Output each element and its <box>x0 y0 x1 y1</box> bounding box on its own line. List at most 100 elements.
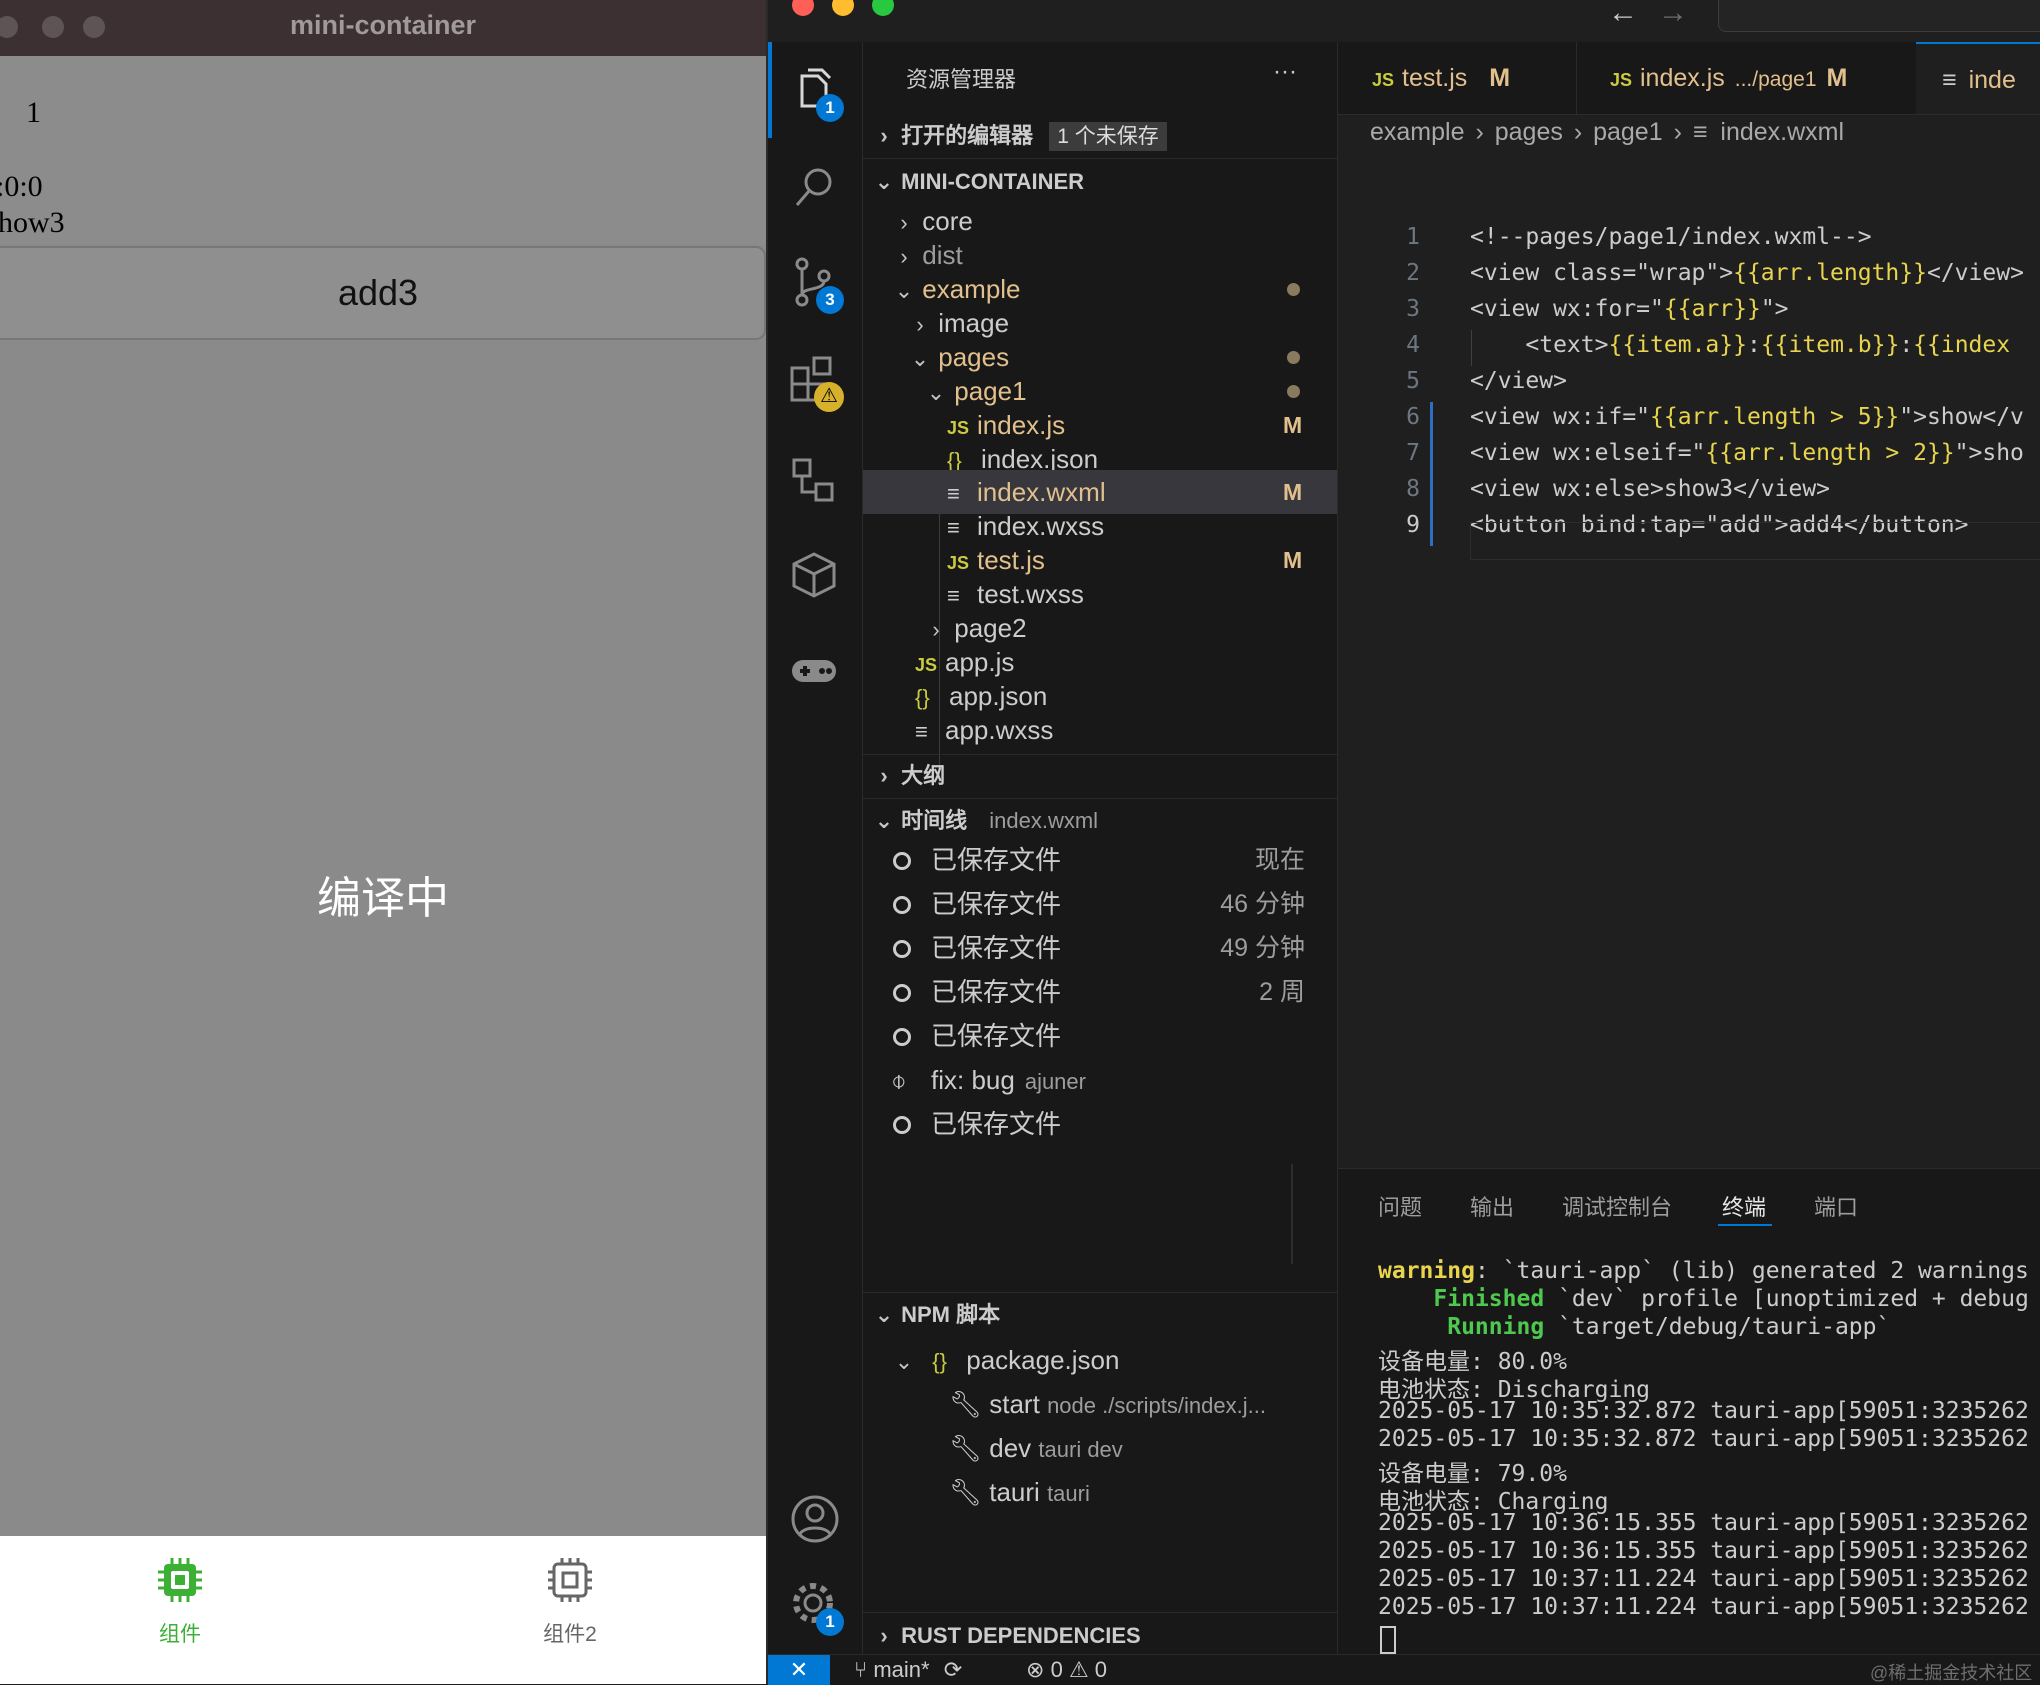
tree-item-label: image <box>938 308 1010 338</box>
tree-item-app-wxss[interactable]: ≡ app.wxss <box>863 708 1337 752</box>
remote-indicator-icon[interactable]: ✕ <box>768 1655 830 1685</box>
project-root-section[interactable]: ⌄ MINI-CONTAINER <box>863 160 1337 204</box>
panel-tab-debug-console[interactable]: 调试控制台 <box>1562 1190 1672 1222</box>
panel-tab-terminal[interactable]: 终端 <box>1722 1190 1766 1222</box>
breadcrumb-file[interactable]: index.wxml <box>1720 118 1844 146</box>
chevron-down-icon: ⌄ <box>874 1302 894 1327</box>
open-editors-section[interactable]: › 打开的编辑器 1 个未保存 <box>863 114 1337 158</box>
error-count: 0 <box>1050 1657 1063 1682</box>
unsaved-badge: 1 个未保存 <box>1049 122 1167 151</box>
tab-components[interactable]: 组件 <box>120 1556 240 1666</box>
npm-scripts-section[interactable]: ⌄ NPM 脚本 <box>863 1293 1337 1337</box>
terminal-line: 2025-05-17 10:35:32.872 tauri-app[59051:… <box>1378 1426 2029 1452</box>
terminal-line: 2025-05-17 10:37:11.224 tauri-app[59051:… <box>1378 1566 2029 1592</box>
code-token: <view wx:elseif=" <box>1470 440 1706 466</box>
rust-dependencies-section[interactable]: › RUST DEPENDENCIES <box>863 1614 1337 1658</box>
code-token: {{item.a}} <box>1608 332 1747 358</box>
npm-script-start[interactable]: 🔧︎ start node ./scripts/index.j... <box>863 1382 1337 1426</box>
npm-script-dev[interactable]: 🔧︎ dev tauri dev <box>863 1426 1337 1470</box>
search-icon[interactable] <box>788 162 842 216</box>
gamepad-icon[interactable] <box>788 644 842 698</box>
account-icon[interactable] <box>788 1492 842 1546</box>
back-arrow-icon[interactable]: ← <box>1608 0 1638 30</box>
timeline-item[interactable]: 已保存文件 <box>863 1102 1337 1146</box>
tab-index-js[interactable]: JS index.js .../page1 M <box>1576 42 1917 114</box>
close-window-button[interactable] <box>792 0 814 16</box>
forward-arrow-icon[interactable]: → <box>1658 0 1688 30</box>
zoom-window-button[interactable] <box>872 0 894 16</box>
timeline-label: 时间线 <box>901 808 968 833</box>
more-actions-icon[interactable]: ··· <box>1273 58 1297 86</box>
divider <box>863 1612 1337 1613</box>
extensions-icon[interactable]: ⚠ <box>788 354 844 412</box>
npm-script-tauri[interactable]: 🔧︎ tauri tauri <box>863 1470 1337 1514</box>
command-center-search[interactable] <box>1718 0 2040 32</box>
tab-index-wxml[interactable]: ≡ inde <box>1916 42 2040 114</box>
remote-explorer-icon[interactable] <box>788 454 842 508</box>
timeline-item[interactable]: 已保存文件 49 分钟 <box>863 926 1337 970</box>
current-line-highlight <box>1470 522 2040 560</box>
package-json-item[interactable]: ⌄ {} package.json <box>863 1338 1337 1382</box>
modified-dot <box>1287 283 1300 296</box>
line-number: 4 <box>1406 332 1420 358</box>
timeline-item-label: 已保存文件 <box>931 933 1062 963</box>
code-token: </view> <box>1470 368 1567 394</box>
settings-badge: 1 <box>816 1608 844 1636</box>
tab-components2[interactable]: 组件2 <box>510 1556 630 1666</box>
panel-tab-ports[interactable]: 端口 <box>1814 1190 1858 1222</box>
breadcrumb-example[interactable]: example <box>1370 118 1465 146</box>
add-button[interactable]: add3 <box>0 246 766 340</box>
terminal-keyword: Running <box>1378 1314 1545 1340</box>
item-text: :0:0 <box>0 170 43 203</box>
scrollbar[interactable] <box>1291 1164 1293 1264</box>
timeline-item[interactable]: 已保存文件 2 周 <box>863 970 1337 1014</box>
breadcrumb-pages[interactable]: pages <box>1495 118 1563 146</box>
script-name: dev <box>989 1433 1032 1463</box>
sync-icon: ⟳ <box>943 1657 963 1682</box>
timeline-item-label: fix: bug <box>931 1065 1015 1095</box>
circle-icon <box>893 896 911 914</box>
package-icon[interactable] <box>788 548 842 602</box>
activity-bar: 1 3 ⚠ 1 <box>768 42 863 1654</box>
source-control-icon[interactable]: 3 <box>788 256 844 314</box>
code-token: : <box>1899 332 1914 358</box>
line-number: 7 <box>1406 440 1420 466</box>
rust-dependencies-label: RUST DEPENDENCIES <box>901 1623 1141 1648</box>
tree-item-label: page1 <box>954 376 1027 406</box>
editor-tab-bar: JS test.js M JS index.js .../page1 M ≡ inde <box>1338 42 2040 115</box>
terminal-text: 2025-05-17 10:36:15.355 tauri-app[59051:… <box>1378 1538 2029 1564</box>
timeline-item[interactable]: 已保存文件 46 分钟 <box>863 882 1337 926</box>
timeline-commit-item[interactable]: ⌽ fix: bug ajuner <box>863 1058 1337 1102</box>
timeline-item[interactable]: 已保存文件 <box>863 1014 1337 1058</box>
terminal-line: 2025-05-17 10:35:32.872 tauri-app[59051:… <box>1378 1398 2029 1424</box>
timeline-section[interactable]: ⌄ 时间线 index.wxml <box>863 799 1337 843</box>
app-tabbar: 组件 组件2 <box>0 1536 766 1684</box>
timeline-item-author: ajuner <box>1024 1069 1086 1094</box>
code-line: <view wx:if="{{arr.length > 5}}">show</v <box>1470 404 2024 430</box>
tree-item-label: index.wxml <box>977 477 1106 507</box>
timeline-item[interactable]: 已保存文件 现在 <box>863 838 1337 882</box>
tab-test-js[interactable]: JS test.js M <box>1338 42 1577 114</box>
settings-gear-icon[interactable]: 1 <box>788 1578 844 1636</box>
tree-item-label: index.wxss <box>977 511 1105 541</box>
code-token: {{item.b}} <box>1760 332 1900 358</box>
divider <box>863 158 1337 159</box>
minimize-window-button[interactable] <box>832 0 854 16</box>
problems-indicator[interactable]: ⊗ 0 ⚠ 0 <box>1026 1657 1107 1683</box>
git-branch-indicator[interactable]: ⑂ main* ⟳ <box>854 1657 962 1683</box>
breadcrumb-page1[interactable]: page1 <box>1593 118 1663 146</box>
terminal-line: Running `target/debug/tauri-app` <box>1378 1314 1890 1340</box>
modified-dot <box>1287 351 1300 364</box>
app-window-title: mini-container <box>289 10 477 40</box>
tree-item-label: app.json <box>949 681 1048 711</box>
package-json-label: package.json <box>966 1345 1120 1375</box>
line-number: 3 <box>1406 296 1420 322</box>
lines-file-icon: ≡ <box>1692 118 1708 146</box>
explorer-icon[interactable]: 1 <box>788 64 844 122</box>
terminal-text: `dev` profile [unoptimized + debug <box>1544 1286 2029 1312</box>
circle-icon <box>893 1116 911 1134</box>
outline-section[interactable]: › 大纲 <box>863 754 1337 798</box>
panel-tab-output[interactable]: 输出 <box>1470 1190 1514 1222</box>
panel-tab-problems[interactable]: 问题 <box>1378 1190 1422 1222</box>
sidebar-title: 资源管理器 <box>906 67 1017 92</box>
